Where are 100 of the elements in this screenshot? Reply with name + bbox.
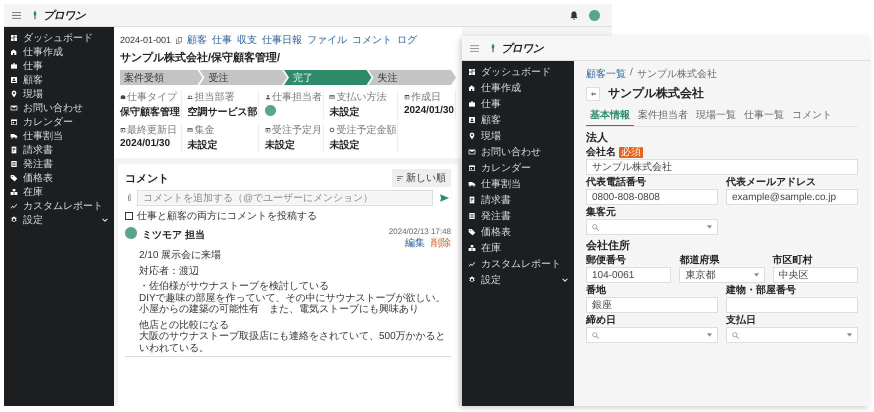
text-field[interactable]: 中央区 xyxy=(772,267,858,283)
text-field[interactable]: 銀座 xyxy=(586,297,718,313)
nav-link[interactable]: 顧客 xyxy=(187,33,208,47)
sidebar-item[interactable]: 価格表 xyxy=(4,171,114,185)
field-label: 都道府県 xyxy=(679,255,720,266)
sidebar-item[interactable]: 設定 xyxy=(462,272,574,288)
field-label: 作成日 xyxy=(410,90,441,104)
sidebar-item[interactable]: 仕事割当 xyxy=(4,129,114,143)
field-value: 2024/01/30 xyxy=(404,105,454,116)
comment-line: 他店との比較になる xyxy=(139,320,230,330)
customer-title: サンプル株式会社 xyxy=(608,85,704,102)
stage-step[interactable]: 失注 xyxy=(368,70,456,85)
sidebar-item[interactable]: お問い合わせ xyxy=(4,101,114,115)
tab[interactable]: 仕事一覧 xyxy=(740,106,788,126)
field-label: 受注予定月 xyxy=(272,124,322,137)
text-field[interactable]: example@sample.co.jp xyxy=(726,189,858,205)
field-label: 締め日 xyxy=(586,315,616,326)
field-label: 集金 xyxy=(194,124,214,137)
edit-link[interactable]: 編集 xyxy=(405,236,425,250)
sidebar-item[interactable]: 仕事 xyxy=(462,96,574,112)
field-label: 最終更新日 xyxy=(127,124,177,137)
sidebar-item[interactable]: 仕事作成 xyxy=(4,45,114,59)
field-label: 郵便番号 xyxy=(586,255,626,266)
sidebar-item[interactable]: カレンダー xyxy=(4,115,114,129)
app-logo-text: プロワン xyxy=(501,42,543,56)
field-label: 受注予定金額 xyxy=(336,124,396,137)
section-heading: 法人 xyxy=(586,130,609,145)
field-label: 代表電話番号 xyxy=(586,177,646,188)
sidebar-item[interactable]: 発注書 xyxy=(4,157,114,171)
sidebar-item[interactable]: 発注書 xyxy=(462,208,574,224)
sidebar-item[interactable]: 設定 xyxy=(4,213,114,227)
delete-link[interactable]: 削除 xyxy=(431,236,451,250)
comment-input[interactable]: コメントを追加する（@でユーザーにメンション） xyxy=(137,190,433,206)
sidebar-item[interactable]: 顧客 xyxy=(462,112,574,128)
comment-author: ミツモア 担当 xyxy=(142,228,205,242)
sidebar-item[interactable]: ダッシュボード xyxy=(4,31,114,45)
text-field[interactable]: サンプル株式会社 xyxy=(586,159,858,175)
nav-link[interactable]: 収支 xyxy=(237,33,258,47)
tab[interactable]: 基本情報 xyxy=(586,106,634,126)
nav-link[interactable]: ログ xyxy=(397,33,418,47)
field-label: 担当部署 xyxy=(194,90,234,104)
sidebar-item[interactable]: ダッシュボード xyxy=(462,64,574,80)
required-badge: 必須 xyxy=(619,147,643,158)
sidebar-item[interactable]: 仕事作成 xyxy=(462,80,574,96)
field-label: 番地 xyxy=(586,285,606,296)
comment-line: 大阪のサウナストーブ取扱店にも連絡をされていて、500万かかるといわれている。 xyxy=(139,331,447,354)
select-field[interactable]: 東京都 xyxy=(679,267,765,283)
text-field[interactable]: 104-0061 xyxy=(586,267,672,283)
field-label: 支払日 xyxy=(726,315,756,326)
comment-line: 小屋からの建築の可能性有 また、電気ストーブにも興味あり xyxy=(139,304,420,316)
comment-line: DIYで趣味の部屋を作っていて、その中にサウナストーブが欲しい。 xyxy=(139,292,447,304)
field-label: 集客元 xyxy=(586,207,616,218)
text-field[interactable]: 0800-808-0808 xyxy=(586,189,718,205)
sidebar-item[interactable]: 現場 xyxy=(4,87,114,101)
nav-link[interactable]: 仕事日報 xyxy=(262,33,302,47)
field-value: 空調サービス部 xyxy=(187,105,258,119)
sidebar-item[interactable]: 在庫 xyxy=(4,185,114,199)
sidebar-item[interactable]: 仕事割当 xyxy=(462,176,574,192)
sidebar-item[interactable]: 請求書 xyxy=(462,192,574,208)
tab[interactable]: コメント xyxy=(788,106,836,126)
sidebar-item[interactable]: 在庫 xyxy=(462,240,574,256)
job-id: 2024-01-001 xyxy=(120,35,172,45)
sidebar-item[interactable]: 顧客 xyxy=(4,73,114,87)
sidebar-item[interactable]: 請求書 xyxy=(4,143,114,157)
breadcrumb-current-page: サンプル株式会社 xyxy=(636,68,717,81)
breadcrumb-separator: / xyxy=(630,67,633,80)
app-logo-text: プロワン xyxy=(43,8,85,22)
field-label: 支払い方法 xyxy=(336,90,386,104)
field-value: 未設定 xyxy=(187,138,218,152)
nav-link[interactable]: コメント xyxy=(352,33,392,47)
field-label: 仕事タイプ xyxy=(127,90,177,104)
field-label: 建物・部屋番号 xyxy=(726,285,796,296)
sidebar-item[interactable]: 現場 xyxy=(462,128,574,144)
field-value: 未設定 xyxy=(329,105,360,119)
field-label: 会社名 xyxy=(586,147,616,158)
job-title: サンプル株式会社/保守顧客管理/ xyxy=(120,50,282,65)
comment-line: 2/10 展示会に来場 xyxy=(139,250,222,262)
tab[interactable]: 案件担当者 xyxy=(634,106,692,126)
stage-step[interactable]: 案件受領 xyxy=(120,70,202,85)
field-value: 保守顧客管理 xyxy=(120,105,180,119)
sidebar-item[interactable]: 仕事 xyxy=(4,59,114,73)
field-value: 2024/01/30 xyxy=(120,138,172,149)
field-label: 市区町村 xyxy=(772,255,813,266)
sidebar-item[interactable]: 価格表 xyxy=(462,224,574,240)
tab[interactable]: 現場一覧 xyxy=(692,106,740,126)
field-value: 未設定 xyxy=(264,138,296,152)
nav-link[interactable]: ファイル xyxy=(307,33,348,47)
sidebar-item[interactable]: お問い合わせ xyxy=(462,144,574,160)
sidebar-item[interactable]: カスタムレポート xyxy=(4,199,114,213)
stage-step[interactable]: 受注 xyxy=(200,70,287,85)
nav-link[interactable]: 仕事 xyxy=(212,33,232,47)
sidebar-item[interactable]: カレンダー xyxy=(462,160,574,176)
comment-line: ・佐伯様がサウナストーブを検討している xyxy=(139,281,330,292)
stage-step[interactable]: 完了 xyxy=(284,70,372,85)
sidebar-item[interactable]: カスタムレポート xyxy=(462,256,574,272)
breadcrumb-link[interactable]: 顧客一覧 xyxy=(586,67,626,81)
sort-button[interactable]: 新しい順 xyxy=(392,169,451,187)
field-value: 未設定 xyxy=(329,138,360,152)
comment-line: 対応者：渡辺 xyxy=(139,266,200,277)
checkbox-label: 仕事と顧客の両方にコメントを投稿する xyxy=(137,210,317,223)
